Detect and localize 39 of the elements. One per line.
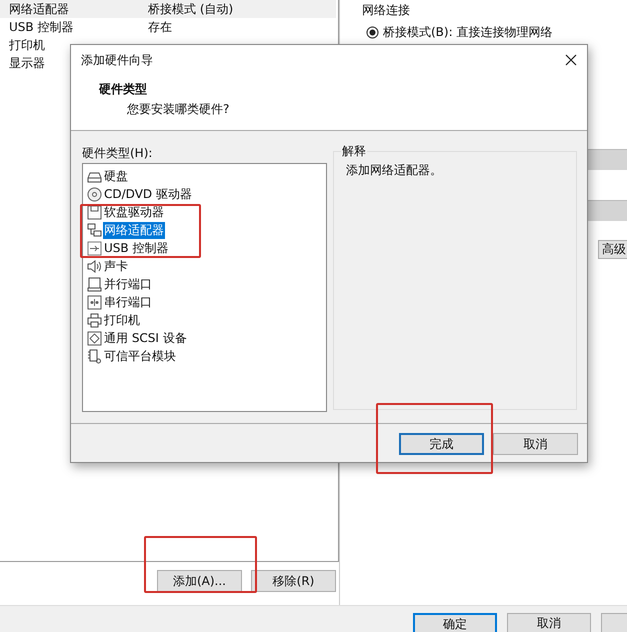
page-heading: 硬件类型 bbox=[99, 81, 148, 98]
list-item[interactable]: 打印机 bbox=[103, 312, 141, 328]
chip-icon bbox=[87, 348, 102, 364]
printer-icon bbox=[87, 312, 102, 328]
list-item[interactable]: 软盘驱动器 bbox=[103, 204, 165, 220]
group-title: 网络连接 bbox=[362, 2, 411, 19]
diamond-icon bbox=[87, 330, 102, 346]
dialog-button[interactable]: 完成 bbox=[399, 433, 484, 455]
disc-icon bbox=[87, 186, 102, 202]
list-item[interactable]: 声卡 bbox=[103, 258, 129, 274]
list-item[interactable]: 串行端口 bbox=[103, 294, 153, 310]
dialog-button[interactable]: 取消 bbox=[493, 433, 578, 455]
list-item[interactable]: 网络适配器 bbox=[103, 222, 165, 238]
list-item[interactable]: CD/DVD 驱动器 bbox=[103, 186, 193, 202]
list-item[interactable]: 通用 SCSI 设备 bbox=[103, 330, 188, 346]
list-item[interactable]: 可信平台模块 bbox=[103, 348, 177, 364]
floppy-icon bbox=[87, 204, 102, 220]
list-label: 硬件类型(H): bbox=[82, 145, 154, 162]
device-button[interactable]: 移除(R) bbox=[251, 570, 336, 592]
advanced-button[interactable]: 高级 bbox=[598, 240, 627, 259]
radio-label: 桥接模式(B): 直接连接物理网络 bbox=[383, 24, 552, 41]
port-icon bbox=[87, 276, 102, 292]
serial-port-icon bbox=[87, 294, 102, 310]
list-item[interactable]: 并行端口 bbox=[103, 276, 153, 292]
device-row[interactable]: USB 控制器 存在 bbox=[0, 18, 336, 36]
group-title: 解释 bbox=[341, 143, 367, 160]
close-icon[interactable] bbox=[565, 54, 577, 66]
device-button[interactable]: 添加(A)... bbox=[157, 570, 242, 592]
page-subheading: 您要安装哪类硬件? bbox=[127, 101, 230, 118]
radio-button[interactable] bbox=[366, 26, 379, 39]
device-row[interactable]: 网络适配器 桥接模式 (自动) bbox=[0, 0, 336, 18]
explanation-text: 添加网络适配器。 bbox=[346, 162, 443, 179]
monitors-icon bbox=[87, 222, 102, 238]
list-item[interactable]: 硬盘 bbox=[103, 168, 129, 184]
footer-button[interactable]: 确定 bbox=[413, 613, 497, 632]
list-item[interactable]: USB 控制器 bbox=[103, 240, 170, 256]
footer-button[interactable]: 取消 bbox=[507, 613, 591, 632]
window-title: 添加硬件向导 bbox=[81, 52, 153, 68]
speaker-icon bbox=[87, 258, 102, 274]
